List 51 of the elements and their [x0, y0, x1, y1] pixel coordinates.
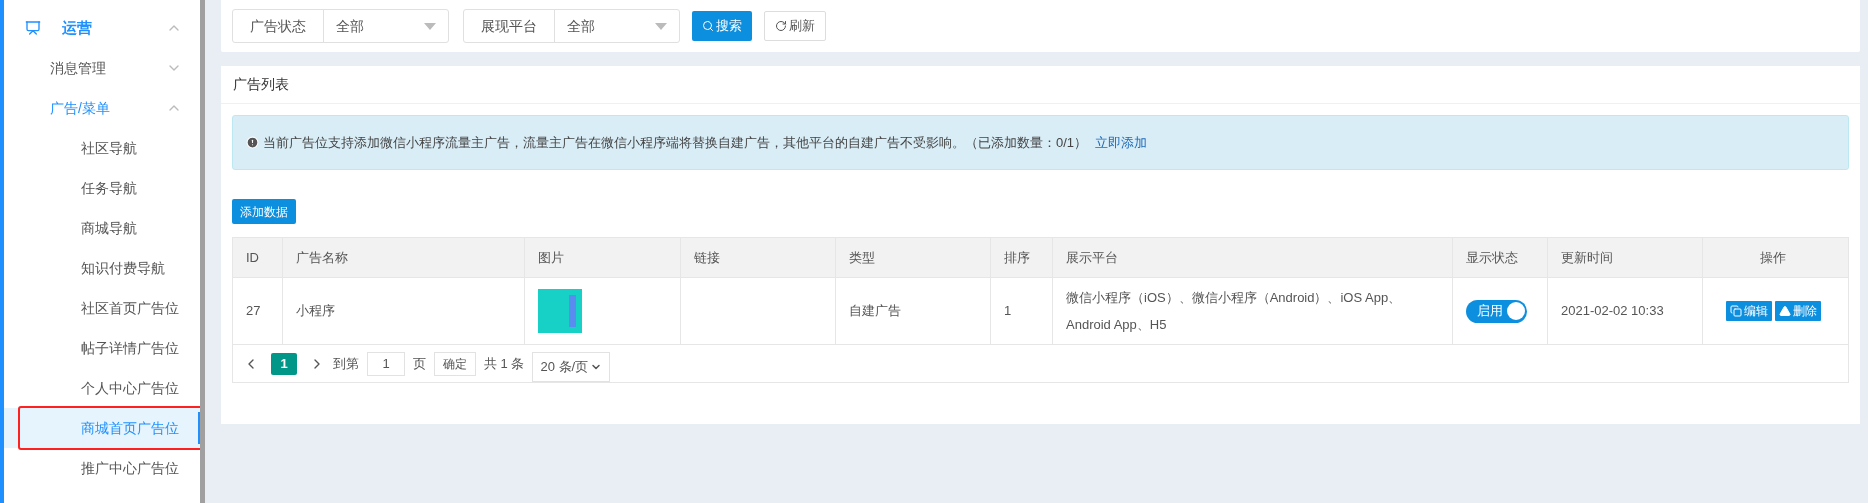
- sidebar-item[interactable]: 推广中心广告位: [81, 457, 179, 479]
- add-now-link[interactable]: 立即添加: [1095, 132, 1148, 153]
- table-cell: 自建广告: [836, 278, 991, 344]
- sidebar-item[interactable]: 任务导航: [81, 177, 137, 199]
- select-value: 全部: [335, 16, 365, 36]
- table-cell: 1: [991, 278, 1053, 344]
- column-header: 排序: [991, 238, 1053, 277]
- refresh-icon: [775, 20, 787, 32]
- dropdown-caret-icon: [655, 22, 667, 30]
- column-header: 类型: [836, 238, 991, 277]
- select-value: 全部: [566, 16, 596, 36]
- copy-icon: [1729, 305, 1742, 317]
- column-header: 展示平台: [1053, 238, 1453, 277]
- column-header: ID: [233, 238, 283, 277]
- table-cell: 27: [233, 278, 283, 344]
- image-thumbnail: [538, 289, 582, 333]
- alert-icon: [246, 136, 259, 149]
- table-cell: 2021-02-02 10:33: [1548, 278, 1703, 344]
- sidebar-subgroup[interactable]: 消息管理: [50, 57, 166, 79]
- goto-label: 到第: [333, 354, 359, 373]
- page-button[interactable]: 1: [271, 352, 297, 375]
- page-input[interactable]: 1: [367, 351, 405, 376]
- refresh-button[interactable]: 刷新: [764, 11, 826, 41]
- column-header: 更新时间: [1548, 238, 1703, 277]
- panel-title: 广告列表: [233, 75, 289, 94]
- table-cell: 小程序: [283, 278, 525, 344]
- column-header: 操作: [1759, 248, 1787, 267]
- filter-select[interactable]: 广告状态 全部: [232, 9, 449, 43]
- sidebar-item[interactable]: 知识付费导航: [81, 257, 165, 279]
- column-header: 广告名称: [283, 238, 525, 277]
- column-header: 显示状态: [1453, 238, 1548, 277]
- confirm-button[interactable]: 确定: [434, 351, 476, 376]
- column-header: 链接: [681, 238, 836, 277]
- dropdown-caret-icon: [424, 22, 436, 30]
- chart-board-icon: [25, 20, 41, 36]
- sidebar-item[interactable]: 个人中心广告位: [81, 377, 179, 399]
- sidebar-item[interactable]: 社区导航: [81, 137, 137, 159]
- page-label: 页: [413, 354, 426, 373]
- filter-label: 展现平台: [464, 10, 555, 42]
- filter-select[interactable]: 展现平台 全部: [463, 9, 680, 43]
- warning-icon: [1778, 305, 1791, 317]
- table-cell-text: 微信小程序（iOS）、微信小程序（Android）、iOS App、Android App、H5: [1066, 289, 1403, 334]
- notice-text: 当前广告位支持添加微信小程序流量主广告，流量主广告在微信小程序端将替换自建广告，其他平台的自建广告不受影响。（已添加数量：0/1）: [263, 133, 1088, 152]
- column-header: 图片: [525, 238, 681, 277]
- page-size-select[interactable]: 20 条/页: [532, 352, 611, 382]
- sidebar-item[interactable]: 商城导航: [81, 217, 137, 239]
- filter-label: 广告状态: [233, 10, 324, 42]
- search-icon: [702, 20, 714, 32]
- total-count: 共 1 条: [484, 354, 525, 373]
- sidebar-item[interactable]: 社区首页广告位: [81, 297, 179, 319]
- sidebar-item[interactable]: 帖子详情广告位: [81, 337, 179, 359]
